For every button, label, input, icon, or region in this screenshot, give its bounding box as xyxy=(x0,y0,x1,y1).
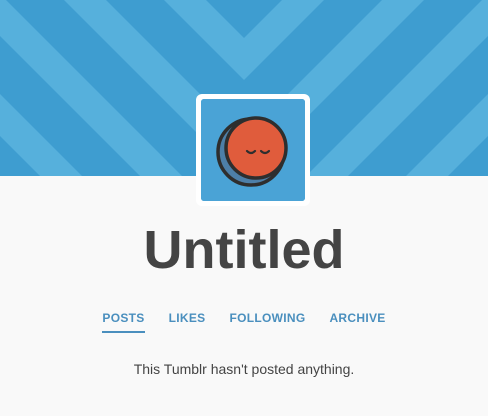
nav-posts-link[interactable]: POSTS xyxy=(102,311,145,333)
avatar[interactable] xyxy=(196,94,310,206)
empty-posts-message: This Tumblr hasn't posted anything. xyxy=(133,361,355,377)
avatar-image xyxy=(201,99,305,201)
blog-page: Untitled POSTS LIKES FOLLOWING ARCHIVE T… xyxy=(0,0,488,416)
nav-archive-link[interactable]: ARCHIVE xyxy=(329,311,385,333)
nav-following-link[interactable]: FOLLOWING xyxy=(229,311,305,333)
blog-title[interactable]: Untitled xyxy=(0,218,488,282)
sleeping-face-icon xyxy=(201,99,305,201)
nav-likes-link[interactable]: LIKES xyxy=(169,311,206,333)
blog-nav: POSTS LIKES FOLLOWING ARCHIVE xyxy=(0,311,488,333)
